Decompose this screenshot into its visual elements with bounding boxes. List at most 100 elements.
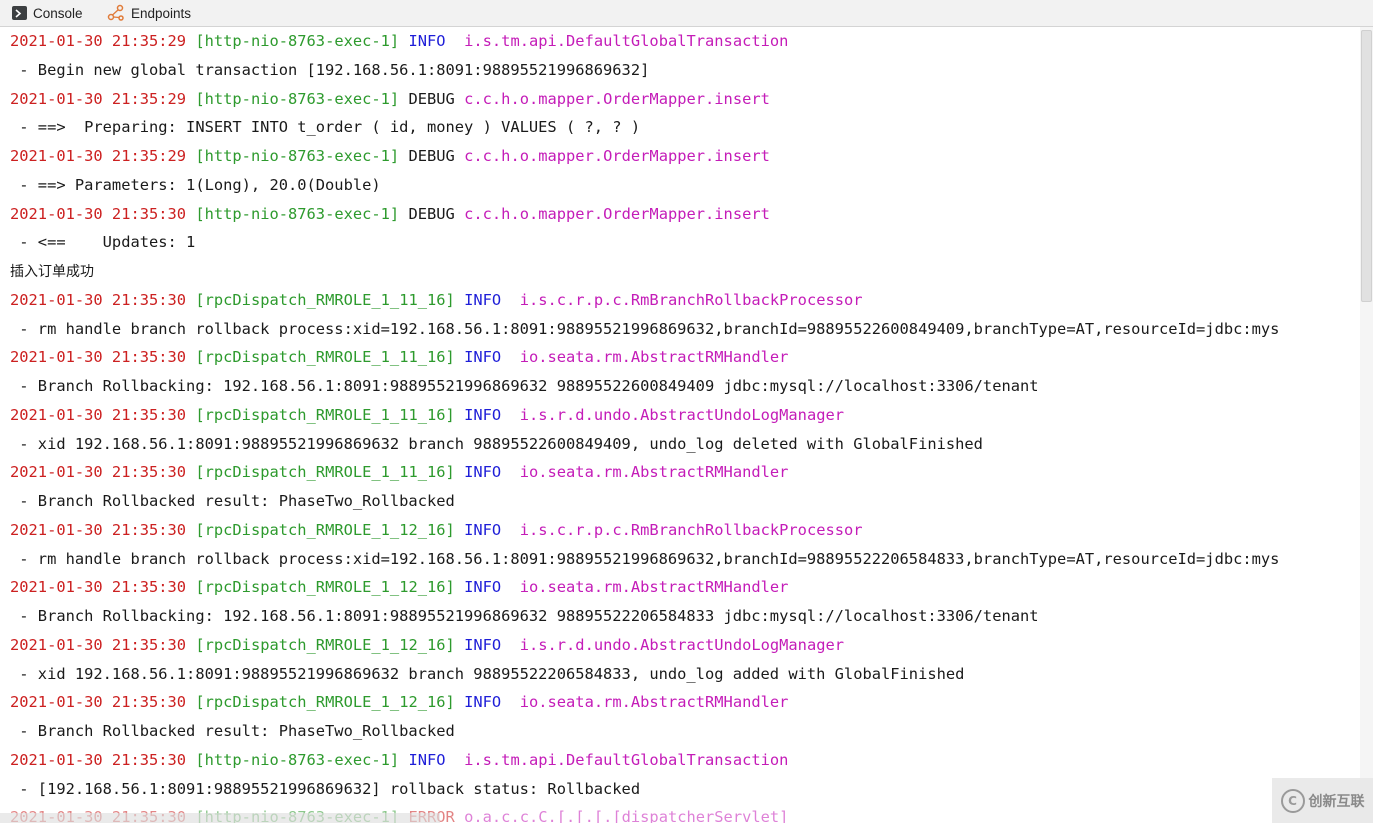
log-padding [501, 463, 520, 481]
log-header-line: 2021-01-30 21:35:30 [rpcDispatch_RMROLE_… [0, 631, 1360, 660]
log-thread: [rpcDispatch_RMROLE_1_12_16] [195, 635, 455, 654]
log-thread: [rpcDispatch_RMROLE_1_11_16] [195, 463, 455, 482]
log-padding [501, 636, 520, 654]
log-message-line: - xid 192.168.56.1:8091:9889552199686963… [0, 660, 1360, 689]
log-message: - Branch Rollbacking: 192.168.56.1:8091:… [10, 377, 1039, 395]
log-logger: io.seata.rm.AbstractRMHandler [519, 463, 789, 482]
log-thread: [rpcDispatch_RMROLE_1_11_16] [195, 290, 455, 309]
log-timestamp: 2021-01-30 21:35:30 [10, 520, 187, 539]
log-plain-text: 插入订单成功 [10, 264, 94, 280]
log-padding [455, 205, 464, 223]
log-message-line: - [192.168.56.1:8091:98895521996869632] … [0, 775, 1360, 804]
log-thread: [http-nio-8763-exec-1] [195, 89, 400, 108]
endpoints-icon [107, 4, 125, 22]
log-message: - Begin new global transaction [192.168.… [10, 60, 650, 79]
log-padding [501, 521, 520, 539]
log-level: INFO [464, 463, 502, 482]
log-timestamp: 2021-01-30 21:35:30 [10, 204, 187, 223]
log-thread: [rpcDispatch_RMROLE_1_12_16] [195, 578, 455, 597]
tab-endpoints[interactable]: Endpoints [107, 3, 191, 23]
log-message-line: - <== Updates: 1 [0, 228, 1360, 257]
log-padding [501, 693, 520, 711]
log-level: INFO [464, 578, 502, 597]
log-padding [501, 348, 520, 366]
log-level: INFO [464, 290, 502, 309]
log-message-line: - Branch Rollbacked result: PhaseTwo_Rol… [0, 487, 1360, 516]
chuangxin-logo-icon: C [1280, 788, 1305, 813]
log-logger: i.s.tm.api.DefaultGlobalTransaction [464, 750, 789, 769]
log-thread: [http-nio-8763-exec-1] [195, 32, 400, 50]
log-level: INFO [464, 348, 502, 367]
log-timestamp: 2021-01-30 21:35:30 [10, 693, 187, 712]
log-logger: i.s.r.d.undo.AbstractUndoLogManager [519, 405, 845, 424]
log-header-line: 2021-01-30 21:35:30 [rpcDispatch_RMROLE_… [0, 688, 1360, 717]
log-timestamp: 2021-01-30 21:35:30 [10, 578, 187, 597]
log-logger: i.s.r.d.undo.AbstractUndoLogManager [519, 635, 845, 654]
log-message: - ==> Parameters: 1(Long), 20.0(Double) [10, 175, 381, 194]
log-padding [501, 578, 520, 596]
log-level: INFO [408, 32, 446, 50]
tool-window-tabbar: Console Endpoints [0, 0, 1373, 27]
tab-console-label: Console [33, 5, 83, 21]
log-message: - <== Updates: 1 [10, 233, 196, 252]
log-logger: io.seata.rm.AbstractRMHandler [519, 348, 789, 367]
log-level: INFO [464, 693, 502, 712]
log-message-line: - rm handle branch rollback process:xid=… [0, 545, 1360, 574]
vertical-scrollbar-thumb[interactable] [1361, 30, 1372, 302]
log-header-line: 2021-01-30 21:35:29 [http-nio-8763-exec-… [0, 85, 1360, 114]
log-message: - rm handle branch rollback process:xid=… [10, 549, 1280, 568]
log-header-line: 2021-01-30 21:35:30 [rpcDispatch_RMROLE_… [0, 343, 1360, 372]
log-level: DEBUG [408, 89, 455, 108]
log-logger: i.s.c.r.p.c.RmBranchRollbackProcessor [519, 290, 863, 309]
log-logger: io.seata.rm.AbstractRMHandler [519, 578, 789, 597]
log-timestamp: 2021-01-30 21:35:30 [10, 405, 187, 424]
log-message-line: - xid 192.168.56.1:8091:9889552199686963… [0, 430, 1360, 459]
watermark-text: 创新互联 [1308, 793, 1365, 810]
log-message: - xid 192.168.56.1:8091:9889552199686963… [10, 434, 983, 453]
log-message-line: - Branch Rollbacking: 192.168.56.1:8091:… [0, 372, 1360, 401]
log-header-line: 2021-01-30 21:35:30 [rpcDispatch_RMROLE_… [0, 401, 1360, 430]
log-padding [501, 406, 520, 424]
tab-console[interactable]: Console [12, 3, 83, 23]
console-icon [12, 6, 27, 20]
watermark: C 创新互联 [1272, 778, 1373, 823]
log-logger: io.seata.rm.AbstractRMHandler [519, 693, 789, 712]
log-message: - Branch Rollbacked result: PhaseTwo_Rol… [10, 492, 455, 510]
log-message-line: - Branch Rollbacking: 192.168.56.1:8091:… [0, 602, 1360, 631]
log-level: INFO [464, 405, 502, 424]
log-level: DEBUG [408, 147, 455, 165]
log-padding [501, 291, 520, 309]
log-logger: c.c.h.o.mapper.OrderMapper.insert [464, 147, 770, 165]
log-timestamp: 2021-01-30 21:35:30 [10, 463, 187, 482]
log-logger: o.a.c.c.C.[.[.[.[dispatcherServlet] [464, 808, 789, 823]
log-timestamp: 2021-01-30 21:35:30 [10, 348, 187, 367]
log-level: INFO [464, 520, 502, 539]
log-logger: c.c.h.o.mapper.OrderMapper.insert [464, 204, 770, 223]
log-timestamp: 2021-01-30 21:35:29 [10, 89, 187, 108]
log-padding [455, 147, 464, 165]
log-message: - xid 192.168.56.1:8091:9889552199686963… [10, 664, 965, 683]
log-thread: [rpcDispatch_RMROLE_1_11_16] [195, 348, 455, 367]
log-header-line: 2021-01-30 21:35:30 [rpcDispatch_RMROLE_… [0, 458, 1360, 487]
log-level: INFO [464, 635, 502, 654]
tab-endpoints-label: Endpoints [131, 5, 192, 21]
log-header-line: 2021-01-30 21:35:30 [rpcDispatch_RMROLE_… [0, 573, 1360, 602]
log-header-line: 2021-01-30 21:35:29 [http-nio-8763-exec-… [0, 27, 1360, 56]
log-padding [455, 808, 464, 823]
console-output[interactable]: 2021-01-30 21:35:29 [http-nio-8763-exec-… [0, 27, 1360, 823]
log-message-line: - Branch Rollbacked result: PhaseTwo_Rol… [0, 717, 1360, 746]
log-timestamp: 2021-01-30 21:35:30 [10, 635, 187, 654]
log-padding [446, 32, 465, 50]
horizontal-scrollbar[interactable] [0, 813, 440, 823]
log-header-line: 2021-01-30 21:35:30 [http-nio-8763-exec-… [0, 746, 1360, 775]
log-logger: i.s.c.r.p.c.RmBranchRollbackProcessor [519, 520, 863, 539]
log-level: INFO [408, 750, 446, 769]
log-header-line: 2021-01-30 21:35:29 [http-nio-8763-exec-… [0, 142, 1360, 171]
log-message: - Branch Rollbacked result: PhaseTwo_Rol… [10, 722, 455, 740]
log-padding [455, 90, 464, 108]
log-message: - Branch Rollbacking: 192.168.56.1:8091:… [10, 607, 1039, 625]
log-message-line: 插入订单成功 [0, 257, 1360, 286]
log-thread: [rpcDispatch_RMROLE_1_11_16] [195, 405, 455, 424]
log-logger: i.s.tm.api.DefaultGlobalTransaction [464, 32, 789, 50]
log-message-line: - ==> Preparing: INSERT INTO t_order ( i… [0, 113, 1360, 142]
